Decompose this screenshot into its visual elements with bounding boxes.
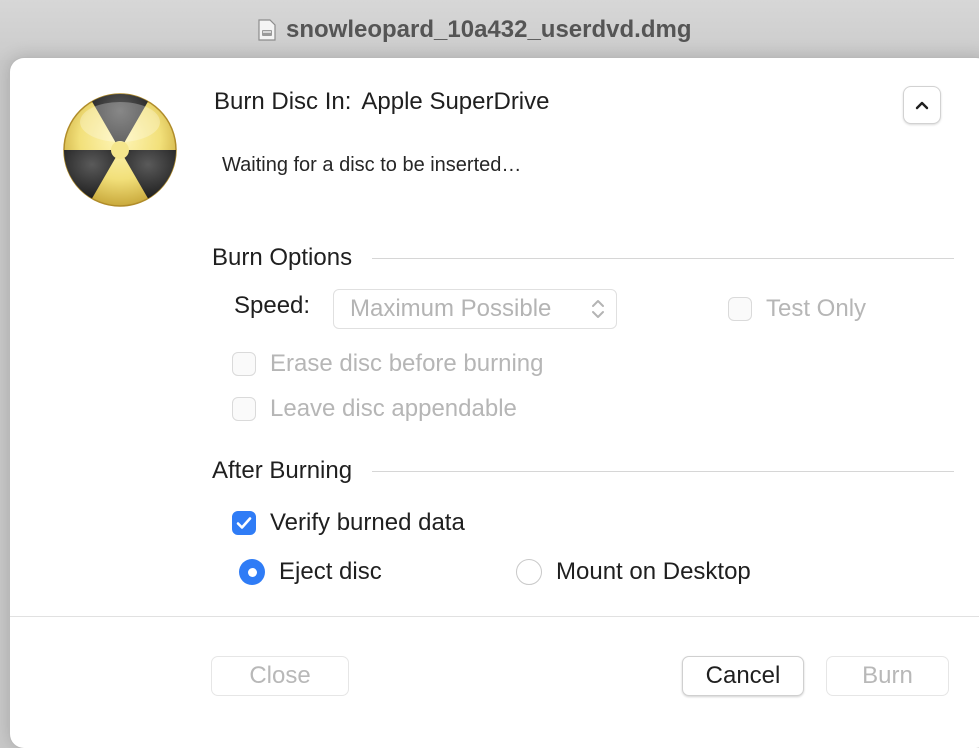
- appendable-checkbox-row[interactable]: Leave disc appendable: [232, 395, 517, 423]
- mount-desktop-radio-row[interactable]: Mount on Desktop: [516, 558, 751, 586]
- test-only-checkbox[interactable]: [728, 297, 752, 321]
- verify-checkbox[interactable]: [232, 511, 256, 535]
- speed-select-value: Maximum Possible: [350, 295, 552, 322]
- cancel-button[interactable]: Cancel: [682, 656, 804, 696]
- eject-disc-radio-row[interactable]: Eject disc: [239, 558, 382, 586]
- verify-checkbox-row[interactable]: Verify burned data: [232, 509, 465, 537]
- burn-button[interactable]: Burn: [826, 656, 949, 696]
- close-button-label: Close: [249, 662, 311, 689]
- cancel-button-label: Cancel: [705, 662, 781, 689]
- section-divider: [372, 257, 954, 259]
- speed-select[interactable]: Maximum Possible: [333, 289, 617, 329]
- burn-sheet: Burn Disc In: Apple SuperDrive Waiting f…: [10, 58, 979, 748]
- window-title-text: snowleopard_10a432_userdvd.dmg: [286, 16, 692, 43]
- burn-button-label: Burn: [862, 662, 913, 689]
- test-only-label: Test Only: [766, 295, 867, 322]
- checkmark-icon: [236, 517, 252, 529]
- appendable-checkbox[interactable]: [232, 397, 256, 421]
- close-button[interactable]: Close: [211, 656, 349, 696]
- after-burning-heading: After Burning: [212, 457, 353, 484]
- eject-disc-radio[interactable]: [239, 559, 265, 585]
- burn-radiation-icon: [62, 92, 178, 208]
- footer-divider: [10, 616, 979, 617]
- burn-options-header: Burn Options: [212, 244, 954, 272]
- eject-disc-label: Eject disc: [279, 558, 382, 585]
- verify-label: Verify burned data: [270, 509, 465, 536]
- collapse-options-button[interactable]: [903, 86, 941, 124]
- chevron-updown-icon: [592, 300, 604, 318]
- test-only-checkbox-row[interactable]: Test Only: [728, 295, 866, 323]
- erase-disc-label: Erase disc before burning: [270, 350, 544, 377]
- mount-desktop-label: Mount on Desktop: [556, 558, 751, 585]
- window-titlebar: snowleopard_10a432_userdvd.dmg: [0, 0, 979, 60]
- chevron-up-icon: [915, 101, 929, 110]
- burn-options-heading: Burn Options: [212, 244, 353, 271]
- after-burning-header: After Burning: [212, 457, 954, 485]
- speed-label: Speed:: [234, 292, 311, 319]
- status-text: Waiting for a disc to be inserted…: [222, 154, 522, 176]
- burn-device-row: Burn Disc In: Apple SuperDrive: [214, 88, 550, 116]
- section-divider: [372, 470, 954, 472]
- appendable-label: Leave disc appendable: [270, 395, 517, 422]
- erase-disc-checkbox[interactable]: [232, 352, 256, 376]
- burn-in-label: Burn Disc In:: [214, 88, 352, 115]
- window-title: snowleopard_10a432_userdvd.dmg: [258, 14, 692, 46]
- erase-disc-checkbox-row[interactable]: Erase disc before burning: [232, 350, 544, 378]
- mount-desktop-radio[interactable]: [516, 559, 542, 585]
- disk-image-icon: [258, 19, 276, 41]
- burn-device-name: Apple SuperDrive: [361, 88, 550, 115]
